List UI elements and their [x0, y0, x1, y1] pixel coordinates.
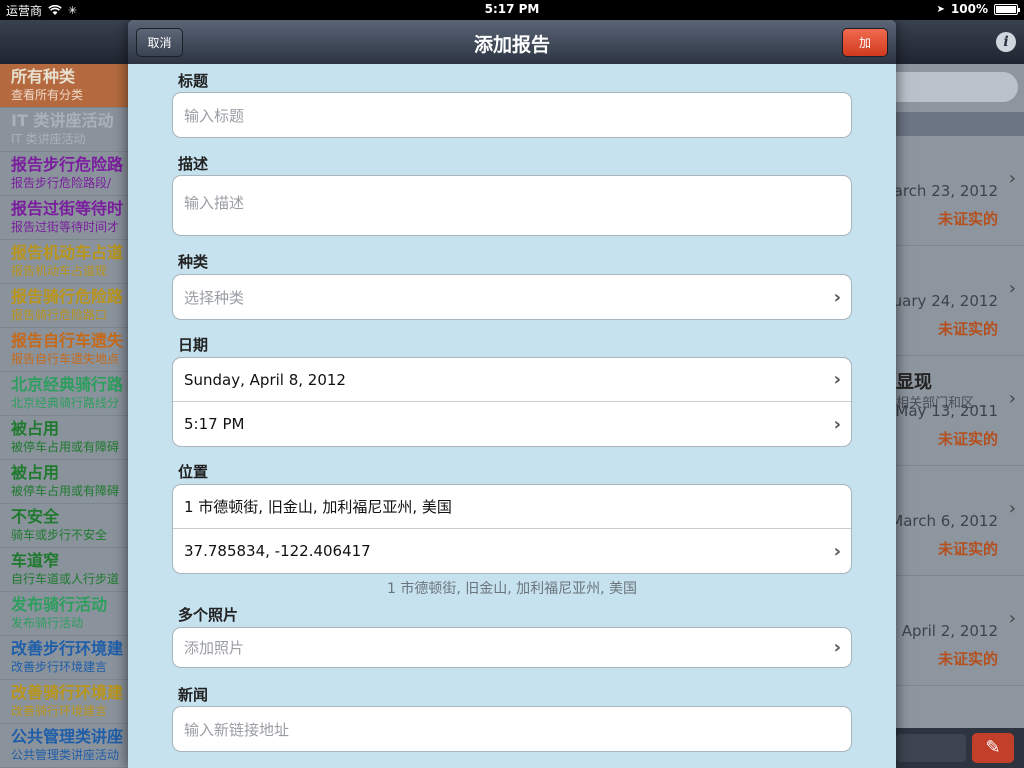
report-status: 未证实的 [937, 430, 998, 448]
news-link-field[interactable]: 输入新链接地址 [173, 707, 851, 751]
category-group: 选择种类 › [172, 274, 852, 320]
bottom-toolbar-field[interactable] [896, 734, 966, 762]
category-label: 种类 [178, 253, 209, 271]
chevron-right-icon: › [833, 369, 841, 390]
date-row[interactable]: Sunday, April 8, 2012 › [173, 358, 851, 402]
report-status: 未证实的 [937, 320, 998, 338]
photos-group: 添加照片 › [172, 627, 852, 668]
report-status: 未证实的 [937, 540, 998, 558]
clock: 5:17 PM [484, 2, 540, 16]
chevron-right-icon: › [833, 540, 841, 562]
date-label: 日期 [178, 336, 209, 354]
title-field[interactable]: 输入标题 [173, 93, 851, 137]
chevron-right-icon: › [833, 637, 841, 658]
title-label: 标题 [178, 72, 209, 90]
report-date: May 13, 2011 [895, 402, 998, 420]
battery-icon [994, 3, 1020, 15]
news-group: 输入新链接地址 [172, 706, 852, 752]
description-group: 输入描述 [172, 175, 852, 236]
news-label: 新闻 [178, 686, 209, 704]
add-button[interactable]: 加 [842, 28, 888, 57]
report-date: March 6, 2012 [890, 512, 998, 530]
add-photo-placeholder: 添加照片 [184, 639, 245, 657]
chevron-right-icon: › [833, 286, 841, 308]
modal-navbar: 取消 添加报告 加 [128, 20, 896, 64]
chevron-right-icon: › [1008, 168, 1016, 189]
report-status: 未证实的 [937, 650, 998, 668]
compose-icon[interactable]: ✎ [972, 733, 1014, 763]
coordinates-value: 37.785834, -122.406417 [184, 542, 371, 560]
location-arrow-icon: ➤ [936, 3, 945, 15]
location-group: 1 市德顿街, 旧金山, 加利福尼亚州, 美国 37.785834, -122.… [172, 484, 852, 574]
title-group: 输入标题 [172, 92, 852, 138]
info-icon[interactable]: i [996, 32, 1016, 52]
address-row[interactable]: 1 市德顿街, 旧金山, 加利福尼亚州, 美国 [173, 485, 851, 529]
chevron-right-icon: › [1008, 608, 1016, 629]
battery-percent: 100% [950, 2, 988, 16]
report-date: March 23, 2012 [880, 182, 998, 200]
location-note: 1 市德顿街, 旧金山, 加利福尼亚州, 美国 [386, 581, 638, 597]
report-title: 显现 [896, 372, 932, 393]
coordinates-row[interactable]: 37.785834, -122.406417 › [173, 529, 851, 573]
location-label: 位置 [178, 463, 209, 481]
photos-label: 多个照片 [178, 606, 239, 624]
time-row[interactable]: 5:17 PM › [173, 402, 851, 446]
add-photo-row[interactable]: 添加照片 › [173, 628, 851, 667]
status-bar: 运营商 ✳ 5:17 PM ➤ 100% [0, 0, 1024, 20]
chevron-right-icon: › [833, 413, 841, 435]
category-selector[interactable]: 选择种类 › [173, 275, 851, 319]
report-status: 未证实的 [937, 210, 998, 228]
time-value: 5:17 PM [184, 415, 245, 433]
description-label: 描述 [178, 155, 209, 173]
modal-title: 添加报告 [473, 34, 550, 56]
chevron-right-icon: › [1008, 498, 1016, 519]
category-placeholder: 选择种类 [184, 288, 245, 307]
description-field[interactable]: 输入描述 [173, 176, 851, 235]
date-value: Sunday, April 8, 2012 [184, 370, 346, 389]
report-date: April 2, 2012 [901, 622, 998, 640]
address-value: 1 市德顿街, 旧金山, 加利福尼亚州, 美国 [184, 498, 452, 516]
chevron-right-icon: › [1008, 388, 1016, 409]
date-group: Sunday, April 8, 2012 › 5:17 PM › [172, 357, 852, 447]
chevron-right-icon: › [1008, 278, 1016, 299]
add-report-modal: 取消 添加报告 加 标题 输入标题 描述 输入描述 种类 选择种类 › 日期 S… [128, 20, 896, 768]
